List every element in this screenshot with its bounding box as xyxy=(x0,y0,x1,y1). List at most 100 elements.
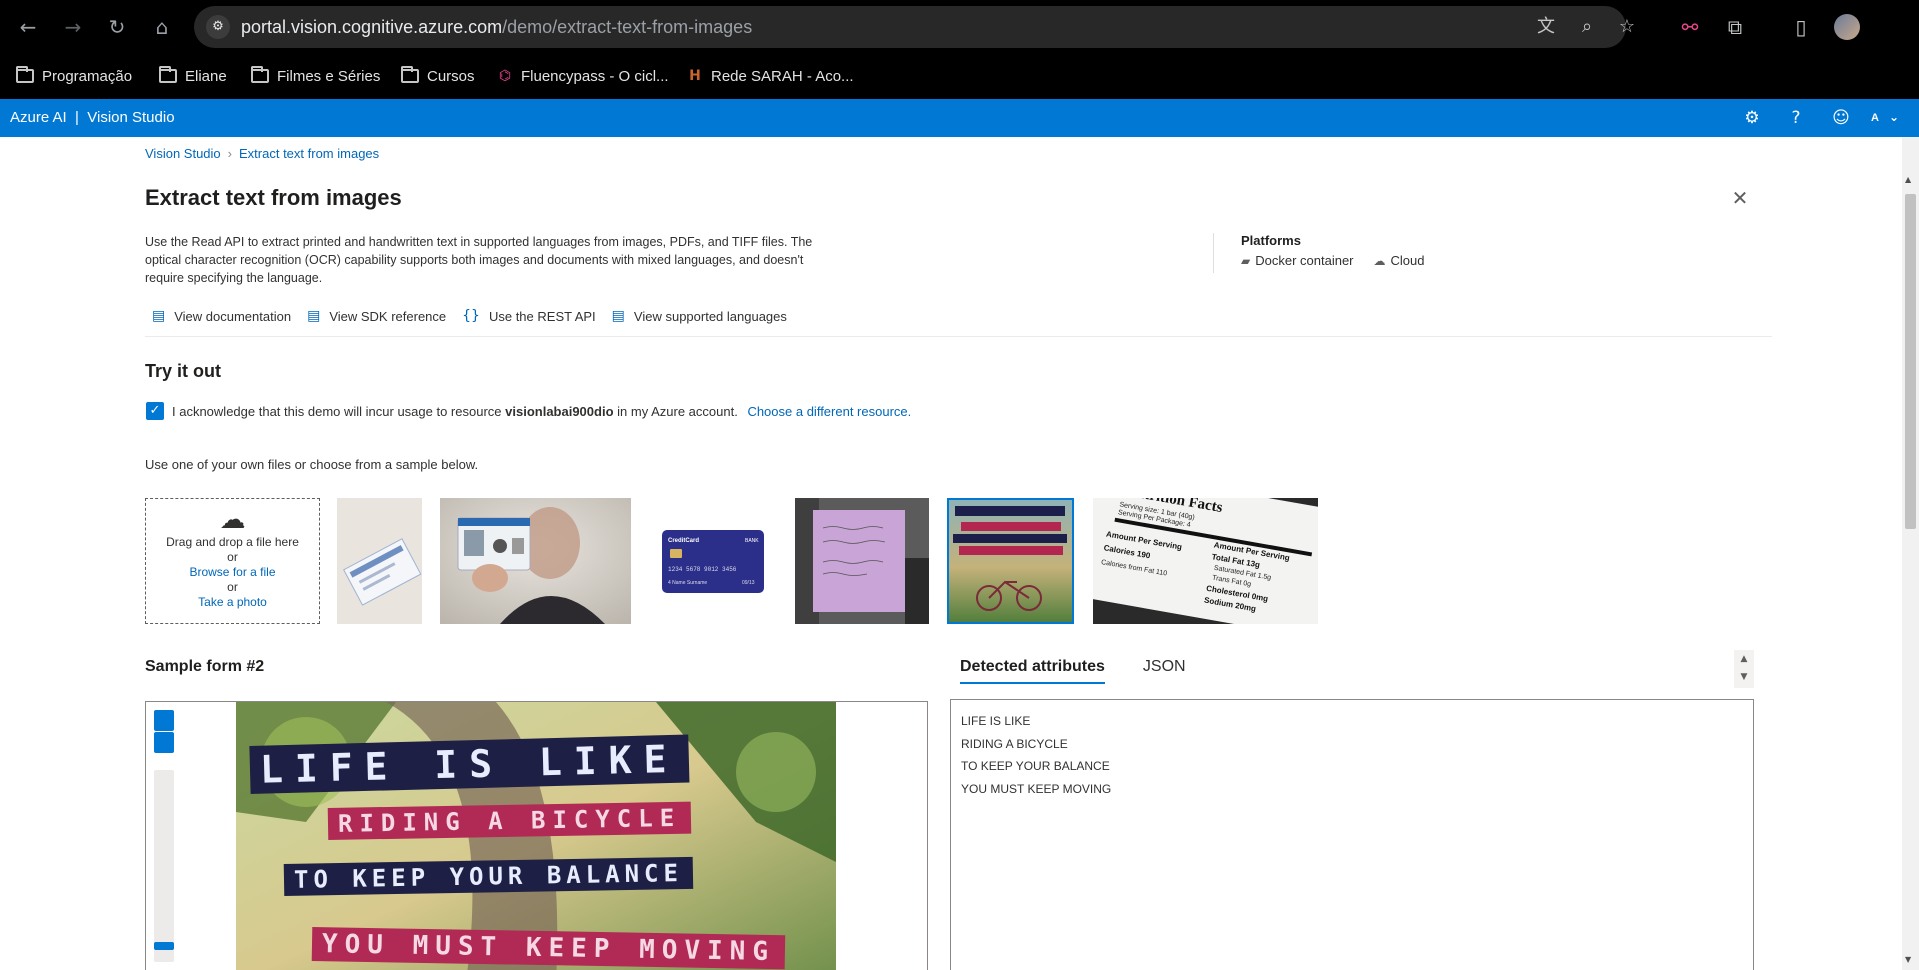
bookmark-label: Fluencypass - O cicl... xyxy=(521,67,669,85)
take-photo-link[interactable]: Take a photo xyxy=(146,595,319,610)
resource-links: ▤ View documentation ▤ View SDK reference … xyxy=(152,308,787,324)
fluencypass-icon: ⌬ xyxy=(498,68,512,84)
tabs-scroll[interactable]: ▲ ▼ xyxy=(1734,650,1754,688)
view-documentation-link[interactable]: ▤ View documentation xyxy=(152,308,291,324)
zoom-slider-track[interactable] xyxy=(154,770,174,962)
scrollbar-thumb[interactable] xyxy=(1905,194,1916,529)
cloud-icon: ☁ xyxy=(1373,253,1386,268)
scroll-up-icon[interactable]: ▲ xyxy=(1905,175,1911,184)
link-label: View supported languages xyxy=(633,308,787,324)
url-host: portal.vision.cognitive.azure.com xyxy=(241,17,503,37)
sample-thumbnail-id-card[interactable] xyxy=(440,498,631,624)
page-title: Extract text from images xyxy=(145,185,402,210)
page-scrollbar[interactable]: ▲ ▼ xyxy=(1902,137,1919,970)
rest-api-link[interactable]: {} Use the REST API xyxy=(462,308,596,324)
file-drop-zone[interactable]: ☁ Drag and drop a file here or Browse fo… xyxy=(145,498,320,624)
user-menu[interactable]: A ⌄ xyxy=(1871,110,1899,124)
view-sdk-link[interactable]: ▤ View SDK reference xyxy=(307,308,446,324)
feedback-smiley-icon[interactable]: ☺ xyxy=(1830,107,1852,129)
platform-cloud: ☁ Cloud xyxy=(1374,253,1425,268)
side-panel-icon[interactable]: ▯ xyxy=(1788,14,1814,40)
extensions-puzzle-icon[interactable]: ⧉ xyxy=(1722,14,1748,40)
document-icon: ▤ xyxy=(611,308,625,324)
bookmarks-bar: Programação Eliane Filmes e Séries Curso… xyxy=(0,54,1919,99)
breadcrumb-root[interactable]: Vision Studio xyxy=(145,146,221,161)
or-text: or xyxy=(227,550,238,564)
link-extension-icon[interactable]: ⚯ xyxy=(1677,14,1703,40)
user-initial: A xyxy=(1871,112,1879,124)
caret-down-icon[interactable]: ▼ xyxy=(1734,668,1754,686)
platforms-title: Platforms xyxy=(1241,233,1301,248)
folder-icon xyxy=(251,66,269,83)
detected-line: TO KEEP YOUR BALANCE xyxy=(961,759,1110,773)
site-info-icon[interactable]: ⚙ xyxy=(206,15,230,39)
tab-detected-attributes[interactable]: Detected attributes xyxy=(952,652,1113,684)
detected-line: YOU MUST KEEP MOVING xyxy=(961,781,1112,796)
caret-up-icon[interactable]: ▲ xyxy=(1734,650,1754,668)
settings-gear-icon[interactable]: ⚙ xyxy=(1741,107,1763,129)
try-it-title: Try it out xyxy=(145,361,221,381)
bookmark-star-icon[interactable]: ☆ xyxy=(1615,15,1639,39)
platforms-panel: Platforms ▰ Docker container ☁ Cloud xyxy=(1213,233,1424,273)
braces-icon: {} xyxy=(462,308,480,324)
tab-json[interactable]: JSON xyxy=(1135,652,1194,684)
sample-thumbnail-bicycle-poster[interactable] xyxy=(947,498,1074,624)
home-icon[interactable]: ⌂ xyxy=(149,14,175,40)
choose-resource-link[interactable]: Choose a different resource. xyxy=(747,404,911,419)
zoom-out-button[interactable] xyxy=(154,732,174,753)
bookmark-fluencypass[interactable]: ⌬ Fluencypass - O cicl... xyxy=(497,65,669,87)
reload-icon[interactable]: ↻ xyxy=(104,14,130,40)
poster-line-2: RIDING A BICYCLE xyxy=(327,801,692,840)
bookmark-filmes[interactable]: Filmes e Séries xyxy=(251,65,380,87)
translate-icon[interactable]: 文 xyxy=(1534,15,1558,39)
ack-suffix: in my Azure account. xyxy=(617,404,738,419)
bicycle-poster-image xyxy=(947,498,1074,624)
sticky-note-image xyxy=(795,498,929,624)
zoom-slider-handle[interactable] xyxy=(154,942,174,950)
sample-thumbnail-ssn-card[interactable] xyxy=(337,498,422,624)
browser-toolbar: ← → ↻ ⌂ ⚙ portal.vision.cognitive.azure.… xyxy=(0,0,1919,54)
results-tabs: Detected attributes JSON xyxy=(952,652,1194,684)
bookmark-label: Eliane xyxy=(185,67,227,85)
bookmark-label: Cursos xyxy=(427,67,475,85)
bookmark-eliane[interactable]: Eliane xyxy=(159,65,227,87)
sample-thumbnail-sticky-note[interactable] xyxy=(795,498,929,624)
breadcrumb: Vision Studio › Extract text from images xyxy=(145,146,379,161)
help-icon[interactable]: ? xyxy=(1785,107,1807,129)
bookmark-sarah[interactable]: H Rede SARAH - Aco... xyxy=(687,65,853,87)
app-brand[interactable]: Azure AI | Vision Studio xyxy=(10,109,175,126)
sample-thumbnail-nutrition-facts[interactable]: Nutrition Facts Serving size: 1 bar (40g… xyxy=(1093,498,1318,624)
cloud-upload-icon: ☁ xyxy=(219,505,246,535)
credit-card-number: 1234 5678 9012 3456 xyxy=(668,566,737,573)
scroll-down-icon[interactable]: ▼ xyxy=(1905,955,1911,964)
supported-languages-link[interactable]: ▤ View supported languages xyxy=(612,308,787,324)
bookmark-label: Filmes e Séries xyxy=(277,67,381,85)
bookmark-programacao[interactable]: Programação xyxy=(16,65,132,87)
close-icon[interactable]: ✕ xyxy=(1729,187,1751,209)
id-card-man-image xyxy=(440,498,631,624)
bookmark-cursos[interactable]: Cursos xyxy=(401,65,475,87)
acknowledge-checkbox[interactable]: ✓ xyxy=(146,402,164,420)
or-text: or xyxy=(227,580,238,594)
drag-drop-text: Drag and drop a file here xyxy=(166,535,299,549)
address-bar[interactable]: ⚙ portal.vision.cognitive.azure.com/demo… xyxy=(194,6,1635,48)
platform-docker-label: Docker container xyxy=(1255,253,1354,268)
chevron-right-icon: › xyxy=(227,146,232,161)
nutrition-facts-image: Nutrition Facts Serving size: 1 bar (40g… xyxy=(1093,498,1318,624)
acknowledge-text: I acknowledge that this demo will incur … xyxy=(172,404,911,419)
docker-icon: ▰ xyxy=(1241,253,1251,268)
document-icon: ▤ xyxy=(307,308,321,324)
sample-thumbnail-credit-card[interactable]: CreditCard BANK 1234 5678 9012 3456 4 Na… xyxy=(650,498,777,624)
folder-icon xyxy=(159,66,177,83)
breadcrumb-current[interactable]: Extract text from images xyxy=(239,146,379,161)
credit-card-expiry: 09/13 xyxy=(742,580,755,586)
url-text[interactable]: portal.vision.cognitive.azure.com/demo/e… xyxy=(241,17,752,38)
folder-icon xyxy=(16,66,34,83)
profile-avatar[interactable] xyxy=(1834,14,1860,40)
browse-file-link[interactable]: Browse for a file xyxy=(146,565,319,580)
zoom-in-button[interactable] xyxy=(154,710,174,731)
forward-icon[interactable]: → xyxy=(60,14,86,40)
back-icon[interactable]: ← xyxy=(15,14,41,40)
url-path: /demo/extract-text-from-images xyxy=(502,17,753,37)
zoom-icon[interactable]: ⌕ xyxy=(1575,15,1599,39)
